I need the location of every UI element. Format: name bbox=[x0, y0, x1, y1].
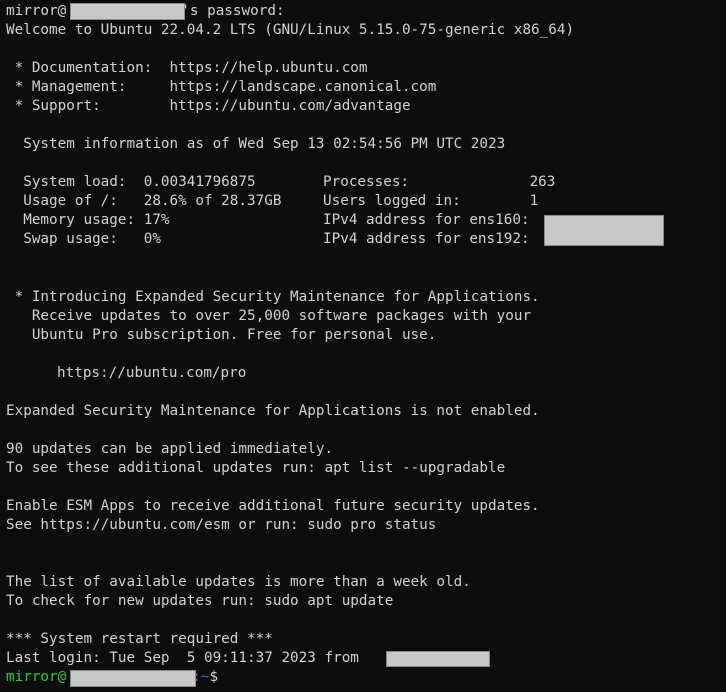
password-prompt-user: mirror@ bbox=[6, 3, 67, 19]
usage-of-root-line: Usage of /: 28.6% of 28.37GB bbox=[6, 193, 282, 209]
memory-usage-line: Memory usage: 17% bbox=[6, 212, 170, 228]
stale-updates-line-1: The list of available updates is more th… bbox=[6, 574, 471, 590]
system-info-header: System information as of Wed Sep 13 02:5… bbox=[6, 136, 506, 152]
terminal-window[interactable]: mirror@ 's password: Welcome to Ubuntu 22… bbox=[0, 0, 726, 692]
prompt-user: mirror@ bbox=[6, 669, 67, 685]
esm-apps-line-1: Enable ESM Apps to receive additional fu… bbox=[6, 498, 540, 514]
last-login-line: Last login: Tue Sep 5 09:11:37 2023 from bbox=[6, 649, 368, 668]
redaction-box-password-host bbox=[70, 3, 185, 20]
support-line: * Support: https://ubuntu.com/advantage bbox=[6, 97, 411, 116]
documentation-url[interactable]: https://help.ubuntu.com bbox=[170, 60, 368, 76]
documentation-label: * Documentation: bbox=[6, 60, 170, 76]
redaction-box-prompt-host bbox=[70, 670, 196, 687]
management-label: * Management: bbox=[6, 79, 170, 95]
updates-command-line: To see these additional updates run: apt… bbox=[6, 460, 506, 476]
ipv4-ens160-line: IPv4 address for ens160: bbox=[323, 212, 530, 228]
management-url[interactable]: https://landscape.canonical.com bbox=[170, 79, 437, 95]
esm-apps-line-2: See https://ubuntu.com/esm or run: sudo … bbox=[6, 517, 437, 533]
ipv4-ens192-line: IPv4 address for ens192: bbox=[323, 231, 530, 247]
redaction-box-ipv4-addresses bbox=[544, 215, 664, 246]
documentation-line: * Documentation: https://help.ubuntu.com bbox=[6, 59, 368, 78]
redaction-box-last-login-host bbox=[386, 651, 490, 667]
support-url[interactable]: https://ubuntu.com/advantage bbox=[170, 98, 411, 114]
updates-available-line: 90 updates can be applied immediately. bbox=[6, 441, 334, 457]
ubuntu-pro-url[interactable]: https://ubuntu.com/pro bbox=[57, 364, 246, 383]
esm-promo-line-2: Receive updates to over 25,000 software … bbox=[6, 308, 532, 324]
esm-status-line: Expanded Security Maintenance for Applic… bbox=[6, 403, 540, 419]
last-login-prefix: Last login: Tue Sep 5 09:11:37 2023 from bbox=[6, 650, 368, 666]
restart-required-line: *** System restart required *** bbox=[6, 631, 273, 647]
system-load-line: System load: 0.00341796875 bbox=[6, 174, 256, 190]
processes-line: Processes: 263 bbox=[323, 174, 556, 190]
stale-updates-line-2: To check for new updates run: sudo apt u… bbox=[6, 593, 394, 609]
management-line: * Management: https://landscape.canonica… bbox=[6, 78, 437, 97]
swap-usage-line: Swap usage: 0% bbox=[6, 231, 161, 247]
prompt-symbol: $ bbox=[209, 669, 219, 685]
welcome-line: Welcome to Ubuntu 22.04.2 LTS (GNU/Linux… bbox=[6, 22, 575, 38]
support-label: * Support: bbox=[6, 98, 170, 114]
esm-promo-line-3: Ubuntu Pro subscription. Free for person… bbox=[6, 327, 437, 343]
password-prompt-suffix: 's password: bbox=[181, 3, 285, 19]
esm-promo-line-1: * Introducing Expanded Security Maintena… bbox=[6, 289, 540, 305]
users-logged-in-line: Users logged in: 1 bbox=[323, 193, 539, 209]
